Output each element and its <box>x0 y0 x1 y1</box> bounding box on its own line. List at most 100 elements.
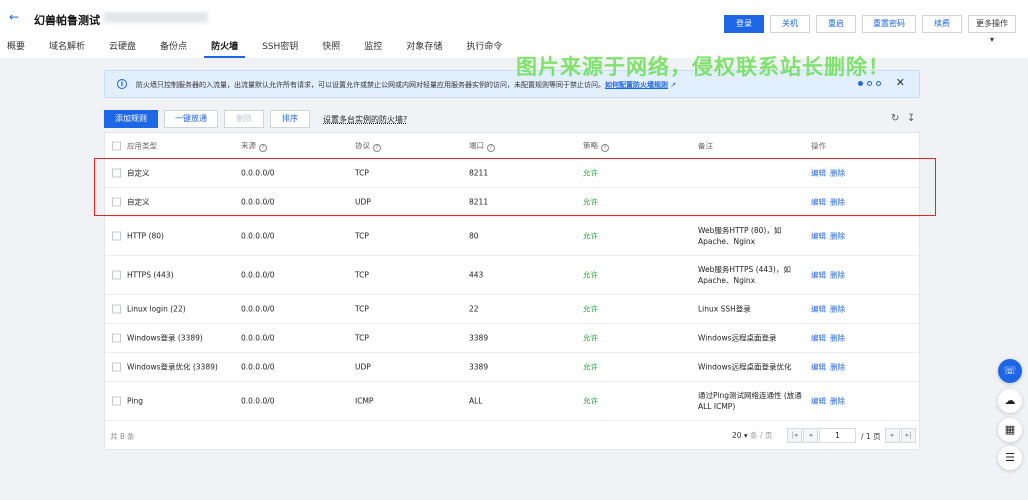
table-row: 自定义 0.0.0.0/0 UDP 8211 允许 编辑 删除 <box>105 188 919 217</box>
delete-link[interactable]: 删除 <box>830 197 845 208</box>
tab-monitor[interactable]: 监控 <box>357 40 389 58</box>
delete-link[interactable]: 删除 <box>830 270 845 281</box>
login-button[interactable]: 登录 <box>724 15 764 33</box>
more-actions-button[interactable]: 更多操作 ▾ <box>968 15 1016 44</box>
page-number-input[interactable]: 1 <box>819 428 856 443</box>
cell-note: 通过Ping测试网络连通性 (放通ALL ICMP) <box>698 391 802 411</box>
cell-protocol: ICMP <box>355 396 374 406</box>
tab-ssh-key[interactable]: SSH密钥 <box>255 40 305 58</box>
cloud-icon[interactable]: ☁ <box>998 389 1022 413</box>
edit-link[interactable]: 编辑 <box>811 396 826 407</box>
edit-link[interactable]: 编辑 <box>811 197 826 208</box>
renew-button[interactable]: 续费 <box>922 15 962 33</box>
cell-port: ALL <box>469 396 483 406</box>
page-size-unit: 条 / 页 <box>750 431 773 440</box>
delete-link[interactable]: 删除 <box>830 231 845 242</box>
row-checkbox[interactable] <box>112 197 121 207</box>
cell-policy: 允许 <box>583 231 598 241</box>
multi-instance-firewall-link[interactable]: 设置多台实例的防火墙? <box>323 114 407 125</box>
table-header-row: 应用类型 来源? 协议? 端口? 策略? 备注 操作 <box>105 133 919 159</box>
row-checkbox[interactable] <box>112 270 121 280</box>
add-rule-button[interactable]: 添加规则 <box>104 110 158 128</box>
book-icon[interactable]: ▦ <box>998 418 1022 442</box>
help-icon[interactable]: ? <box>259 143 267 152</box>
table-row: 自定义 0.0.0.0/0 TCP 8211 允许 编辑 删除 <box>105 159 919 188</box>
row-checkbox[interactable] <box>112 231 121 241</box>
prev-page-button[interactable]: ◂ <box>803 428 818 443</box>
delete-link[interactable]: 删除 <box>830 168 845 179</box>
row-checkbox[interactable] <box>112 396 121 406</box>
carousel-dot[interactable] <box>858 81 863 86</box>
last-page-button[interactable]: ▸| <box>901 428 916 443</box>
notice-text: 防火墙只控制服务器的入流量，出流量默认允许所有请求，可以设置允许或禁止公网或内网… <box>136 81 677 89</box>
cell-policy: 允许 <box>583 304 598 314</box>
edit-link[interactable]: 编辑 <box>811 333 826 344</box>
total-count: 共 8 条 <box>110 432 135 441</box>
refresh-icon[interactable]: ↻ <box>891 113 899 124</box>
delete-button[interactable]: 删除 <box>224 110 264 128</box>
edit-link[interactable]: 编辑 <box>811 304 826 315</box>
cell-source: 0.0.0.0/0 <box>241 304 275 314</box>
reset-password-button[interactable]: 重置密码 <box>862 15 916 33</box>
cell-note: Web服务HTTPS (443)，如 Apache、Nginx <box>698 265 791 285</box>
cell-port: 443 <box>469 270 484 280</box>
download-icon[interactable]: ↧ <box>907 113 915 124</box>
close-icon[interactable]: ✕ <box>896 76 905 89</box>
carousel-dot[interactable] <box>867 81 872 86</box>
tab-object-storage[interactable]: 对象存储 <box>399 40 449 58</box>
cell-port: 80 <box>469 231 479 241</box>
row-checkbox[interactable] <box>112 168 121 178</box>
cell-port: 8211 <box>469 168 489 178</box>
restart-button[interactable]: 重启 <box>816 15 856 33</box>
headset-icon[interactable]: ☏ <box>998 359 1022 383</box>
cell-policy: 允许 <box>583 270 598 280</box>
next-page-button[interactable]: ▸ <box>885 428 900 443</box>
col-source: 来源? <box>241 140 267 152</box>
quick-allow-button[interactable]: 一键放通 <box>164 110 218 128</box>
cell-app-type: HTTP (80) <box>127 231 164 241</box>
table-row: Ping 0.0.0.0/0 ICMP ALL 允许 通过Ping测试网络连通性… <box>105 382 919 421</box>
help-icon[interactable]: ? <box>487 143 495 152</box>
table-row: HTTPS (443) 0.0.0.0/0 TCP 443 允许 Web服务HT… <box>105 256 919 295</box>
tab-overview[interactable]: 概要 <box>0 40 32 58</box>
tab-dns[interactable]: 域名解析 <box>42 40 92 58</box>
tab-cloud-disk[interactable]: 云硬盘 <box>102 40 143 58</box>
cell-note: Linux SSH登录 <box>698 304 751 314</box>
edit-link[interactable]: 编辑 <box>811 168 826 179</box>
cell-port: 8211 <box>469 197 489 207</box>
tab-snapshot[interactable]: 快照 <box>315 40 347 58</box>
select-all-checkbox[interactable] <box>112 141 121 150</box>
table-row: Windows登录优化 (3389) 0.0.0.0/0 UDP 3389 允许… <box>105 353 919 382</box>
edit-link[interactable]: 编辑 <box>811 270 826 281</box>
firewall-help-link[interactable]: 如何配置防火墙规则 <box>605 81 668 89</box>
shutdown-button[interactable]: 关机 <box>770 15 810 33</box>
delete-link[interactable]: 删除 <box>830 333 845 344</box>
cell-source: 0.0.0.0/0 <box>241 231 275 241</box>
row-checkbox[interactable] <box>112 333 121 343</box>
row-checkbox[interactable] <box>112 304 121 314</box>
edit-link[interactable]: 编辑 <box>811 362 826 373</box>
tab-backup[interactable]: 备份点 <box>153 40 194 58</box>
help-icon[interactable]: ? <box>373 143 381 152</box>
cell-app-type: Linux login (22) <box>127 304 186 314</box>
carousel-dot[interactable] <box>876 81 881 86</box>
cell-source: 0.0.0.0/0 <box>241 362 275 372</box>
tab-firewall[interactable]: 防火墙 <box>204 40 246 58</box>
tab-run-command[interactable]: 执行命令 <box>459 40 509 58</box>
list-icon[interactable]: ☰ <box>998 446 1022 470</box>
delete-link[interactable]: 删除 <box>830 304 845 315</box>
page-size-select[interactable]: 20 ▾ 条 / 页 <box>732 430 772 441</box>
sort-button[interactable]: 排序 <box>270 110 310 128</box>
delete-link[interactable]: 删除 <box>830 396 845 407</box>
arrow-left-icon[interactable]: ← <box>6 9 22 25</box>
cell-port: 3389 <box>469 333 489 343</box>
first-page-button[interactable]: |◂ <box>787 428 802 443</box>
delete-link[interactable]: 删除 <box>830 362 845 373</box>
table-row: Linux login (22) 0.0.0.0/0 TCP 22 允许 Lin… <box>105 295 919 324</box>
cell-app-type: 自定义 <box>127 168 150 178</box>
header-actions: 登录 关机 重启 重置密码 续费 更多操作 ▾ <box>724 15 1016 44</box>
edit-link[interactable]: 编辑 <box>811 231 826 242</box>
row-checkbox[interactable] <box>112 362 121 372</box>
help-icon[interactable]: ? <box>601 143 609 152</box>
col-note: 备注 <box>698 141 713 150</box>
